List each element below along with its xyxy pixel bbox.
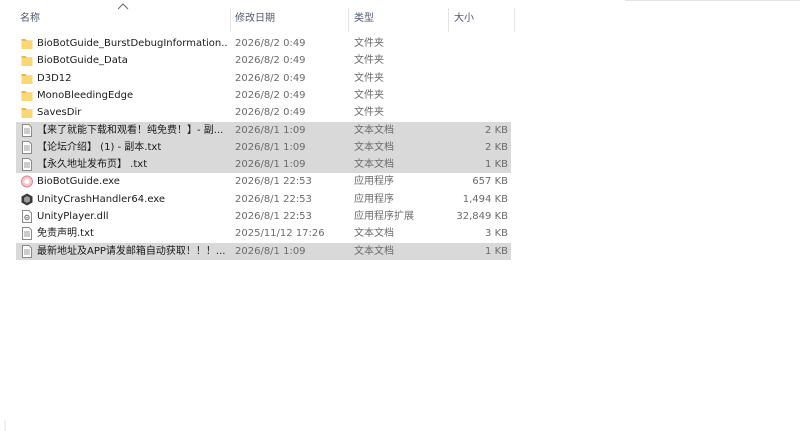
file-name[interactable]: D3D12 [37, 70, 227, 87]
file-row[interactable]: BioBotGuide.exe 2026/8/1 22:53 应用程序 657 KB [16, 173, 511, 190]
file-modified-date: 2026/8/1 22:53 [235, 193, 312, 205]
file-modified-date: 2026/8/1 1:09 [235, 159, 306, 171]
column-header-size[interactable]: 大小 [454, 12, 474, 26]
app-exe-icon [21, 175, 33, 188]
file-row[interactable]: D3D12 2026/8/2 0:49 文件夹 [16, 70, 511, 87]
file-row[interactable]: SavesDir 2026/8/2 0:49 文件夹 [16, 104, 511, 121]
file-type: 文件夹 [354, 107, 384, 119]
file-type: 文件夹 [354, 55, 384, 67]
file-modified-date: 2025/11/12 17:26 [235, 228, 325, 240]
folder-icon [21, 54, 33, 67]
file-name[interactable]: 【论坛介绍】 (1) - 副本.txt [37, 139, 227, 156]
unity-exe-icon [21, 193, 33, 206]
file-name[interactable]: SavesDir [37, 104, 227, 121]
file-row[interactable]: BioBotGuide_Data 2026/8/2 0:49 文件夹 [16, 52, 511, 69]
file-type: 文件夹 [354, 72, 384, 84]
column-header-type[interactable]: 类型 [354, 12, 374, 26]
file-row[interactable]: BioBotGuide_BurstDebugInformation... 2026… [16, 35, 511, 52]
file-name[interactable]: UnityCrashHandler64.exe [37, 191, 227, 208]
file-size: 2 KB [485, 141, 508, 153]
file-modified-date: 2026/8/1 1:09 [235, 141, 306, 153]
column-separator[interactable] [348, 8, 349, 32]
file-modified-date: 2026/8/2 0:49 [235, 72, 306, 84]
file-row[interactable]: UnityPlayer.dll 2026/8/1 22:53 应用程序扩展 32,84… [16, 208, 511, 225]
file-modified-date: 2026/8/2 0:49 [235, 89, 306, 101]
dll-file-icon [21, 210, 33, 223]
file-size: 2 KB [485, 124, 508, 136]
file-row[interactable]: 【来了就能下载和观看！纯免费！】- 副... 2026/8/1 1:09 文本文档 2… [16, 121, 511, 139]
column-header-bar: 名称 修改日期 类型 大小 [0, 0, 800, 34]
column-header-name[interactable]: 名称 [20, 12, 40, 26]
file-name[interactable]: BioBotGuide_BurstDebugInformation... [37, 35, 227, 52]
file-type: 应用程序 [354, 193, 394, 205]
file-size: 657 KB [472, 176, 508, 188]
folder-icon [21, 37, 33, 50]
file-modified-date: 2026/8/1 22:53 [235, 211, 312, 222]
file-row[interactable]: MonoBleedingEdge 2026/8/2 0:49 文件夹 [16, 87, 511, 104]
file-type: 文本文档 [354, 159, 394, 171]
text-file-icon [21, 158, 33, 172]
file-size: 1,494 KB [462, 193, 508, 205]
text-file-icon [21, 244, 33, 258]
header-divider [625, 0, 800, 1]
file-type: 应用程序 [354, 176, 394, 188]
file-size: 1 KB [485, 159, 508, 171]
file-row[interactable]: 免责声明.txt 2025/11/12 17:26 文本文档 3 KB [16, 225, 511, 242]
file-row[interactable]: 【论坛介绍】 (1) - 副本.txt 2026/8/1 1:09 文本文档 2 KB [16, 138, 511, 156]
text-file-icon [21, 123, 33, 137]
file-modified-date: 2026/8/2 0:49 [235, 107, 306, 119]
file-size: 32,849 KB [456, 211, 508, 222]
file-modified-date: 2026/8/1 1:09 [235, 124, 306, 136]
folder-icon [21, 72, 33, 85]
sort-ascending-icon[interactable] [117, 2, 129, 10]
file-name[interactable]: 【来了就能下载和观看！纯免费！】- 副... [37, 122, 227, 139]
file-type: 文本文档 [354, 245, 394, 257]
file-modified-date: 2026/8/2 0:49 [235, 55, 306, 67]
column-separator[interactable] [230, 8, 231, 32]
file-type: 文本文档 [354, 141, 394, 153]
file-type: 应用程序扩展 [354, 211, 414, 222]
file-modified-date: 2026/8/1 1:09 [235, 245, 306, 257]
column-separator[interactable] [448, 8, 449, 32]
file-size: 3 KB [485, 228, 508, 240]
file-name[interactable]: UnityPlayer.dll [37, 208, 227, 225]
file-name[interactable]: BioBotGuide_Data [37, 52, 227, 69]
file-type: 文本文档 [354, 124, 394, 136]
file-row[interactable]: 【永久地址发布页】 .txt 2026/8/1 1:09 文本文档 1 KB [16, 156, 511, 174]
file-modified-date: 2026/8/2 0:49 [235, 38, 306, 49]
file-modified-date: 2026/8/1 22:53 [235, 176, 312, 188]
file-name[interactable]: 【永久地址发布页】 .txt [37, 156, 227, 173]
file-type: 文本文档 [354, 228, 394, 240]
folder-icon [21, 106, 33, 119]
file-type: 文件夹 [354, 89, 384, 101]
folder-icon [21, 89, 33, 102]
text-file-icon [21, 140, 33, 154]
file-type: 文件夹 [354, 38, 384, 49]
file-row[interactable]: 最新地址及APP请发邮箱自动获取！！！... 2026/8/1 1:09 文本文档 1… [16, 242, 511, 260]
column-header-date[interactable]: 修改日期 [235, 12, 275, 26]
list-edge [4, 420, 6, 431]
file-name[interactable]: BioBotGuide.exe [37, 173, 227, 190]
file-name[interactable]: 最新地址及APP请发邮箱自动获取！！！... [37, 243, 227, 260]
text-file-icon [21, 227, 33, 241]
file-row[interactable]: UnityCrashHandler64.exe 2026/8/1 22:53 应用程… [16, 191, 511, 208]
file-size: 1 KB [485, 245, 508, 257]
column-separator[interactable] [514, 8, 515, 32]
file-name[interactable]: MonoBleedingEdge [37, 87, 227, 104]
file-name[interactable]: 免责声明.txt [37, 225, 227, 242]
